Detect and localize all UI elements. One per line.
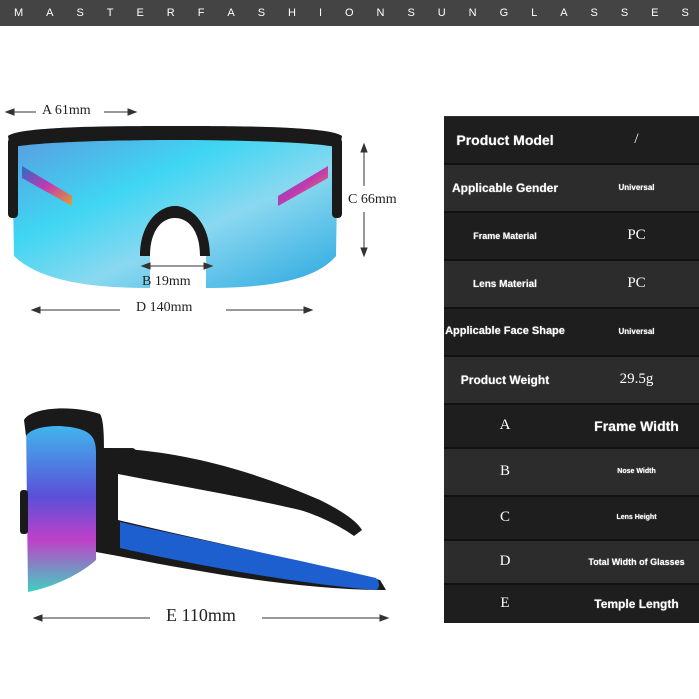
spec-row-frame-material: Frame Material PC [444, 213, 699, 261]
spec-row-a: A Frame Width [444, 405, 699, 449]
spec-value: PC [627, 227, 646, 244]
spec-row-applicable-gender: Applicable Gender Universal [444, 165, 699, 213]
spec-row-b: B Nose Width [444, 449, 699, 497]
spec-value: Universal [618, 183, 655, 193]
side-lens [26, 418, 96, 592]
spec-label: E [500, 595, 510, 612]
spec-row-product-model: Product Model / [444, 117, 699, 165]
spec-row-applicable-face-shape: Applicable Face Shape Universal [444, 309, 699, 357]
spec-value: 29.5g [619, 371, 654, 388]
spec-value: / [634, 131, 639, 148]
spec-table: Product Model / Applicable Gender Univer… [444, 116, 699, 623]
spec-label: Applicable Gender [451, 180, 559, 195]
side-frame-post [20, 490, 28, 534]
spec-label: D [499, 553, 511, 570]
spec-value: Frame Width [594, 417, 679, 434]
spec-label: B [499, 463, 510, 480]
dimension-e-label: E 110mm [166, 605, 236, 625]
spec-value: Universal [618, 327, 655, 337]
spec-label: C [499, 509, 510, 526]
spec-value: PC [627, 275, 646, 292]
spec-label: Lens Material [473, 278, 537, 290]
spec-label: Product Weight [460, 372, 550, 387]
spec-label: A [499, 417, 511, 434]
spec-row-c: C Lens Height [444, 497, 699, 541]
spec-row-lens-material: Lens Material PC [444, 261, 699, 309]
spec-value: Nose Width [617, 467, 656, 475]
side-view-diagram [20, 408, 390, 622]
spec-value: Total Width of Glasses [588, 556, 685, 567]
spec-label: Applicable Face Shape [445, 325, 565, 338]
spec-label: Frame Material [473, 230, 537, 241]
temple-blue-stripe [120, 522, 379, 590]
spec-label: Product Model [456, 131, 554, 148]
spec-row-e: E Temple Length [444, 585, 699, 623]
spec-value: Lens Height [616, 513, 657, 521]
spec-value: Temple Length [594, 596, 679, 611]
spec-row-product-weight: Product Weight 29.5g [444, 357, 699, 405]
spec-row-d: D Total Width of Glasses [444, 541, 699, 585]
